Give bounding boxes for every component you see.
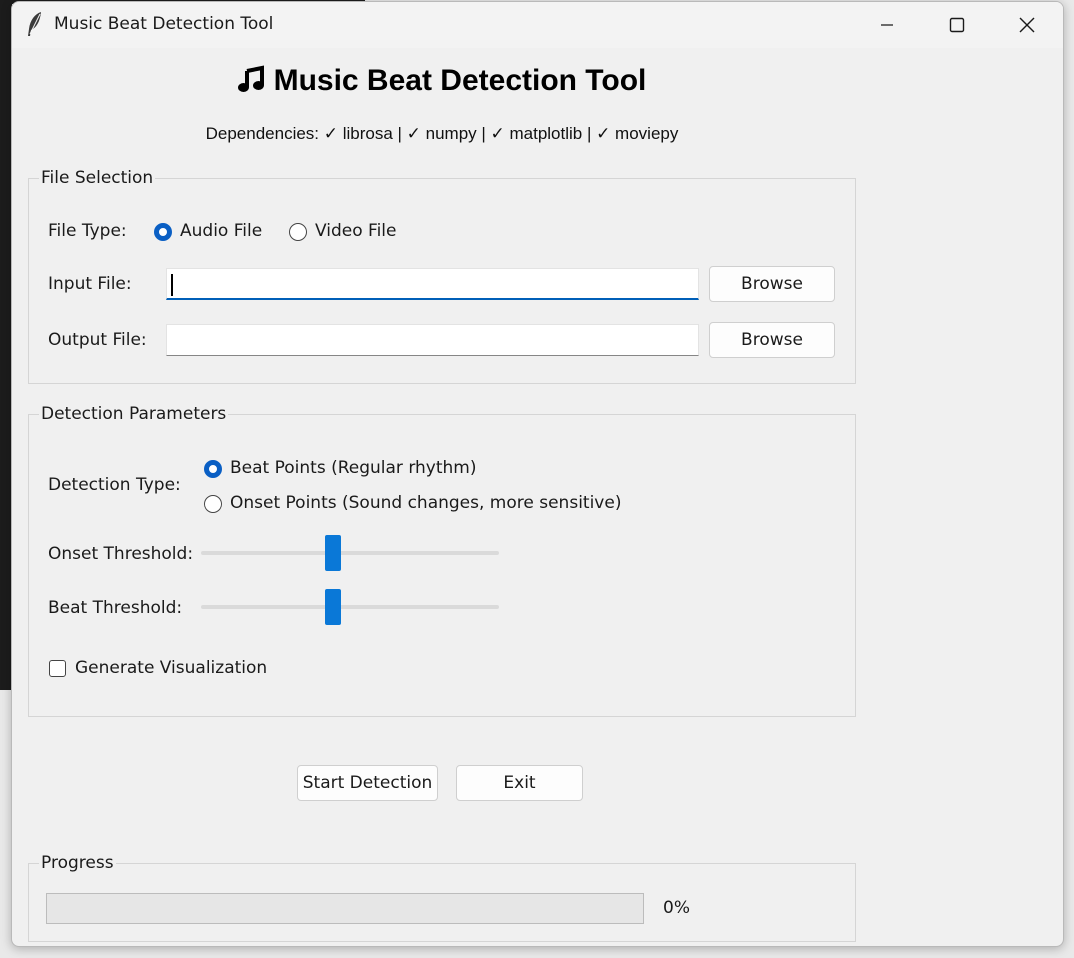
onset-points-radio-label[interactable]: Onset Points (Sound changes, more sensit…	[230, 493, 621, 513]
output-browse-button[interactable]: Browse	[709, 322, 835, 358]
page-title-text: Music Beat Detection Tool	[273, 64, 647, 97]
video-file-radio-label[interactable]: Video File	[315, 221, 396, 241]
output-file-label: Output File:	[48, 330, 147, 350]
close-button[interactable]	[992, 2, 1062, 48]
detection-parameters-label: Detection Parameters	[39, 404, 229, 424]
generate-visualization-label[interactable]: Generate Visualization	[75, 658, 267, 678]
input-file-label: Input File:	[48, 274, 132, 294]
onset-threshold-slider[interactable]	[201, 551, 499, 555]
onset-threshold-label: Onset Threshold:	[48, 544, 194, 564]
beat-points-radio-label[interactable]: Beat Points (Regular rhythm)	[230, 458, 476, 478]
onset-threshold-slider-thumb[interactable]	[325, 535, 342, 571]
input-browse-button[interactable]: Browse	[709, 266, 835, 302]
detection-type-label: Detection Type:	[48, 475, 181, 495]
output-file-field[interactable]	[166, 324, 699, 356]
file-type-label: File Type:	[48, 221, 127, 241]
beat-threshold-label: Beat Threshold:	[48, 598, 183, 618]
video-file-radio[interactable]	[289, 223, 307, 241]
input-file-field[interactable]	[166, 268, 699, 300]
minimize-icon	[881, 24, 893, 26]
window-title: Music Beat Detection Tool	[54, 14, 274, 34]
dependencies-status: Dependencies: ✓ librosa | ✓ numpy | ✓ ma…	[205, 124, 679, 143]
maximize-icon	[949, 17, 965, 33]
generate-visualization-checkbox[interactable]	[49, 660, 66, 677]
page-title: Music Beat Detection Tool	[12, 64, 872, 98]
progress-percent: 0%	[663, 898, 690, 918]
file-selection-label: File Selection	[39, 168, 156, 188]
title-bar[interactable]: Music Beat Detection Tool	[12, 2, 1063, 48]
audio-file-radio-label[interactable]: Audio File	[180, 221, 262, 241]
start-detection-button[interactable]: Start Detection	[297, 765, 438, 801]
audio-file-radio[interactable]	[154, 223, 172, 241]
progress-label: Progress	[39, 853, 116, 873]
progress-bar	[46, 893, 644, 924]
onset-points-radio[interactable]	[204, 495, 222, 513]
feather-icon	[28, 12, 41, 36]
text-caret	[171, 274, 173, 296]
exit-button[interactable]: Exit	[456, 765, 583, 801]
app-window: Music Beat Detection Tool Music Beat Det…	[11, 1, 1064, 947]
maximize-button[interactable]	[922, 2, 992, 48]
minimize-button[interactable]	[852, 2, 922, 48]
beat-points-radio[interactable]	[204, 460, 222, 478]
music-note-icon	[237, 65, 264, 92]
beat-threshold-slider-thumb[interactable]	[325, 589, 342, 625]
close-icon	[1019, 17, 1035, 33]
beat-threshold-slider[interactable]	[201, 605, 499, 609]
